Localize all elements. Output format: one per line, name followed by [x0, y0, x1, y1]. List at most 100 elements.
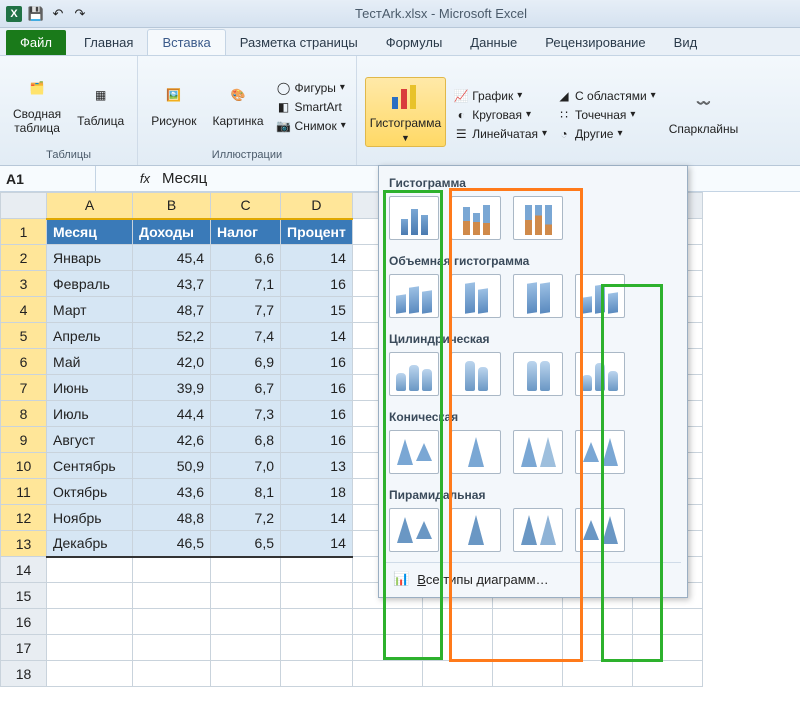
- cell[interactable]: [281, 583, 353, 609]
- tab-data[interactable]: Данные: [456, 30, 531, 55]
- cell[interactable]: [211, 583, 281, 609]
- cell[interactable]: 8,1: [211, 479, 281, 505]
- col-A[interactable]: A: [47, 193, 133, 219]
- cell[interactable]: 42,6: [133, 427, 211, 453]
- redo-icon[interactable]: ↷: [72, 6, 88, 22]
- col-C[interactable]: C: [211, 193, 281, 219]
- chart-100stacked-3d[interactable]: [513, 274, 563, 318]
- cell[interactable]: [133, 661, 211, 687]
- row-13[interactable]: 13: [1, 531, 47, 557]
- cell[interactable]: Ноябрь: [47, 505, 133, 531]
- chart-clustered-3d[interactable]: [389, 274, 439, 318]
- cell[interactable]: 7,7: [211, 297, 281, 323]
- chart-3d-column[interactable]: [575, 274, 625, 318]
- row-16[interactable]: 16: [1, 609, 47, 635]
- save-icon[interactable]: 💾: [28, 6, 44, 22]
- clipart-button[interactable]: 🎨 Картинка: [207, 75, 268, 132]
- row-14[interactable]: 14: [1, 557, 47, 583]
- cell-A1[interactable]: Месяц: [47, 219, 133, 245]
- cell[interactable]: [211, 609, 281, 635]
- cell[interactable]: 16: [281, 349, 353, 375]
- cell[interactable]: 42,0: [133, 349, 211, 375]
- cell[interactable]: 48,8: [133, 505, 211, 531]
- cell[interactable]: [133, 583, 211, 609]
- cell[interactable]: 14: [281, 245, 353, 271]
- cell[interactable]: Апрель: [47, 323, 133, 349]
- row-17[interactable]: 17: [1, 635, 47, 661]
- row-9[interactable]: 9: [1, 427, 47, 453]
- row-7[interactable]: 7: [1, 375, 47, 401]
- cell[interactable]: [47, 583, 133, 609]
- cell[interactable]: 39,9: [133, 375, 211, 401]
- cell[interactable]: 45,4: [133, 245, 211, 271]
- screenshot-button[interactable]: 📷Снимок: [275, 118, 348, 134]
- chart-pyr-clustered[interactable]: [389, 508, 439, 552]
- cell[interactable]: Март: [47, 297, 133, 323]
- cell[interactable]: [47, 635, 133, 661]
- cell[interactable]: 52,2: [133, 323, 211, 349]
- cell-D1[interactable]: Процент: [281, 219, 353, 245]
- chart-100stacked-2d[interactable]: [513, 196, 563, 240]
- cell[interactable]: [211, 635, 281, 661]
- cell[interactable]: 6,8: [211, 427, 281, 453]
- cell[interactable]: [352, 635, 422, 661]
- cell[interactable]: 18: [281, 479, 353, 505]
- tab-file[interactable]: Файл: [6, 30, 66, 55]
- pivot-table-button[interactable]: 🗂️ Сводная таблица: [8, 68, 66, 139]
- table-button[interactable]: ▦ Таблица: [72, 75, 129, 132]
- cell[interactable]: [133, 635, 211, 661]
- cell[interactable]: [632, 609, 702, 635]
- cell[interactable]: [211, 661, 281, 687]
- cell[interactable]: [133, 557, 211, 583]
- cell[interactable]: Май: [47, 349, 133, 375]
- cell[interactable]: [47, 609, 133, 635]
- cell[interactable]: 7,4: [211, 323, 281, 349]
- row-4[interactable]: 4: [1, 297, 47, 323]
- cell[interactable]: [562, 609, 632, 635]
- cell[interactable]: [422, 635, 492, 661]
- cell[interactable]: Февраль: [47, 271, 133, 297]
- cell[interactable]: 43,7: [133, 271, 211, 297]
- cell[interactable]: 14: [281, 505, 353, 531]
- tab-formulas[interactable]: Формулы: [372, 30, 457, 55]
- chart-cone-3d[interactable]: [575, 430, 625, 474]
- chart-pyr-stacked[interactable]: [451, 508, 501, 552]
- cell[interactable]: 16: [281, 375, 353, 401]
- cell[interactable]: 7,3: [211, 401, 281, 427]
- cell[interactable]: Октябрь: [47, 479, 133, 505]
- col-B[interactable]: B: [133, 193, 211, 219]
- smartart-button[interactable]: ◧SmartArt: [275, 99, 348, 115]
- cell[interactable]: 16: [281, 271, 353, 297]
- row-5[interactable]: 5: [1, 323, 47, 349]
- undo-icon[interactable]: ↶: [50, 6, 66, 22]
- cell[interactable]: Январь: [47, 245, 133, 271]
- line-chart-button[interactable]: 📈График: [452, 88, 549, 104]
- cell[interactable]: 13: [281, 453, 353, 479]
- cell[interactable]: 16: [281, 427, 353, 453]
- cell[interactable]: [492, 609, 562, 635]
- cell-B1[interactable]: Доходы: [133, 219, 211, 245]
- cell[interactable]: [47, 661, 133, 687]
- chart-cyl-3d[interactable]: [575, 352, 625, 396]
- area-chart-button[interactable]: ◢С областями: [555, 88, 658, 104]
- cell[interactable]: [632, 661, 702, 687]
- picture-button[interactable]: 🖼️ Рисунок: [146, 75, 201, 132]
- chart-stacked-3d[interactable]: [451, 274, 501, 318]
- row-3[interactable]: 3: [1, 271, 47, 297]
- cell[interactable]: [352, 661, 422, 687]
- row-2[interactable]: 2: [1, 245, 47, 271]
- cell[interactable]: [352, 609, 422, 635]
- cell[interactable]: [281, 661, 353, 687]
- cell[interactable]: 14: [281, 531, 353, 557]
- row-8[interactable]: 8: [1, 401, 47, 427]
- cell[interactable]: 48,7: [133, 297, 211, 323]
- bar-chart-button[interactable]: ☰Линейчатая: [452, 126, 549, 142]
- tab-view[interactable]: Вид: [660, 30, 712, 55]
- cell[interactable]: 7,2: [211, 505, 281, 531]
- cell[interactable]: 44,4: [133, 401, 211, 427]
- tab-home[interactable]: Главная: [70, 30, 147, 55]
- histogram-button[interactable]: Гистограмма ▼: [365, 77, 446, 147]
- row-11[interactable]: 11: [1, 479, 47, 505]
- all-chart-types[interactable]: 📊 ВВсе типы диаграмм…се типы диаграмм…: [385, 562, 681, 593]
- chart-pyr-3d[interactable]: [575, 508, 625, 552]
